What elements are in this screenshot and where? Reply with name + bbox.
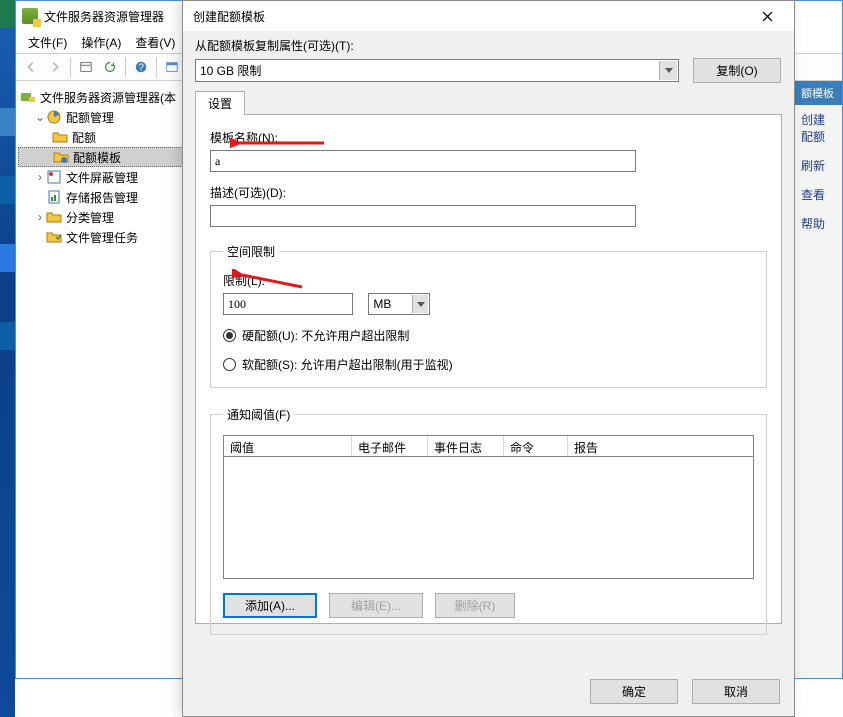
menu-view[interactable]: 查看(V) xyxy=(129,32,181,53)
copy-template-combo[interactable]: 10 GB 限制 xyxy=(195,59,679,82)
settings-panel: 模板名称(N): 描述(可选)(D): 空间限制 限制(L): MB 硬配额(U… xyxy=(195,114,782,624)
quota-icon xyxy=(46,109,62,125)
tree-screen-mgmt[interactable]: › 文件屏蔽管理 xyxy=(18,167,183,187)
actions-pane: 额模板 创建配额 刷新 查看 帮助 xyxy=(794,81,842,678)
nav-fwd-button[interactable] xyxy=(44,56,66,78)
copy-button[interactable]: 复制(O) xyxy=(693,58,781,83)
threshold-group: 通知阈值(F) 阈值 电子邮件 事件日志 命令 报告 添加(A)... 编辑(E… xyxy=(210,406,767,635)
action-help[interactable]: 帮助 xyxy=(795,209,842,238)
edit-threshold-button: 编辑(E)... xyxy=(329,593,423,618)
copy-template-value: 10 GB 限制 xyxy=(200,62,261,79)
description-input[interactable] xyxy=(210,205,636,227)
tree-report-mgmt[interactable]: 存储报告管理 xyxy=(18,187,183,207)
limit-value-input[interactable] xyxy=(223,293,353,315)
limit-unit-value: MB xyxy=(373,297,391,311)
menu-file[interactable]: 文件(F) xyxy=(22,32,73,53)
template-name-input[interactable] xyxy=(210,150,636,172)
tree-quota-template[interactable]: 配额模板 xyxy=(18,147,183,167)
expand-icon[interactable]: › xyxy=(34,210,46,224)
tree-quota[interactable]: 配额 xyxy=(18,127,183,147)
nav-back-button[interactable] xyxy=(20,56,42,78)
description-label: 描述(可选)(D): xyxy=(210,184,767,201)
create-quota-template-dialog: 创建配额模板 从配额模板复制属性(可选)(T): 10 GB 限制 复制(O) … xyxy=(182,0,795,717)
help-button[interactable]: ? xyxy=(130,56,152,78)
task-icon xyxy=(46,229,62,245)
expand-icon[interactable]: › xyxy=(34,170,46,184)
limit-label: 限制(L): xyxy=(223,272,754,289)
radio-icon xyxy=(223,329,236,342)
add-threshold-button[interactable]: 添加(A)... xyxy=(223,593,317,618)
toolbar-btn-2[interactable] xyxy=(161,56,183,78)
copy-from-label: 从配额模板复制属性(可选)(T): xyxy=(195,37,782,54)
hard-quota-radio[interactable]: 硬配额(U): 不允许用户超出限制 xyxy=(223,327,754,344)
col-eventlog[interactable]: 事件日志 xyxy=(428,436,504,456)
tab-settings[interactable]: 设置 xyxy=(195,91,245,115)
toolbar-btn-1[interactable] xyxy=(75,56,97,78)
threshold-legend: 通知阈值(F) xyxy=(223,406,294,423)
col-threshold[interactable]: 阈值 xyxy=(224,436,352,456)
desktop-background xyxy=(0,0,15,717)
app-title: 文件服务器资源管理器 xyxy=(44,8,164,25)
radio-icon xyxy=(223,358,236,371)
space-limit-group: 空间限制 限制(L): MB 硬配额(U): 不允许用户超出限制 软配额(S):… xyxy=(210,243,767,388)
action-refresh[interactable]: 刷新 xyxy=(795,151,842,180)
chevron-down-icon xyxy=(659,61,677,80)
cancel-button[interactable]: 取消 xyxy=(692,679,780,704)
screen-icon xyxy=(46,169,62,185)
action-view[interactable]: 查看 xyxy=(795,180,842,209)
template-icon xyxy=(53,149,69,165)
action-create[interactable]: 创建配额 xyxy=(795,105,842,151)
space-limit-legend: 空间限制 xyxy=(223,243,279,260)
limit-unit-combo[interactable]: MB xyxy=(368,293,430,315)
delete-threshold-button: 删除(R) xyxy=(435,593,515,618)
svg-text:?: ? xyxy=(138,62,144,74)
report-icon xyxy=(46,189,62,205)
tree-root[interactable]: 文件服务器资源管理器(本 xyxy=(18,87,183,107)
folder-icon xyxy=(52,129,68,145)
col-email[interactable]: 电子邮件 xyxy=(352,436,428,456)
template-name-label: 模板名称(N): xyxy=(210,129,767,146)
classify-icon xyxy=(46,209,62,225)
collapse-icon[interactable]: ⌄ xyxy=(34,110,46,124)
close-button[interactable] xyxy=(750,5,784,27)
menu-action[interactable]: 操作(A) xyxy=(75,32,127,53)
tree-quota-mgmt[interactable]: ⌄ 配额管理 xyxy=(18,107,183,127)
server-icon xyxy=(20,89,36,105)
ok-button[interactable]: 确定 xyxy=(590,679,678,704)
tree-task-mgmt[interactable]: 文件管理任务 xyxy=(18,227,183,247)
dialog-titlebar[interactable]: 创建配额模板 xyxy=(183,1,794,31)
app-icon xyxy=(22,8,38,24)
soft-quota-radio[interactable]: 软配额(S): 允许用户超出限制(用于监视) xyxy=(223,356,754,373)
actions-header: 额模板 xyxy=(795,81,842,105)
dialog-title: 创建配额模板 xyxy=(193,8,265,25)
col-report[interactable]: 报告 xyxy=(568,436,753,456)
threshold-list-header: 阈值 电子邮件 事件日志 命令 报告 xyxy=(223,435,754,457)
nav-tree[interactable]: 文件服务器资源管理器(本 ⌄ 配额管理 配额 配额模板 › 文件屏蔽管理 xyxy=(16,81,186,678)
threshold-list[interactable] xyxy=(223,457,754,579)
col-command[interactable]: 命令 xyxy=(504,436,568,456)
tree-classify-mgmt[interactable]: › 分类管理 xyxy=(18,207,183,227)
refresh-button[interactable] xyxy=(99,56,121,78)
chevron-down-icon xyxy=(412,295,428,313)
